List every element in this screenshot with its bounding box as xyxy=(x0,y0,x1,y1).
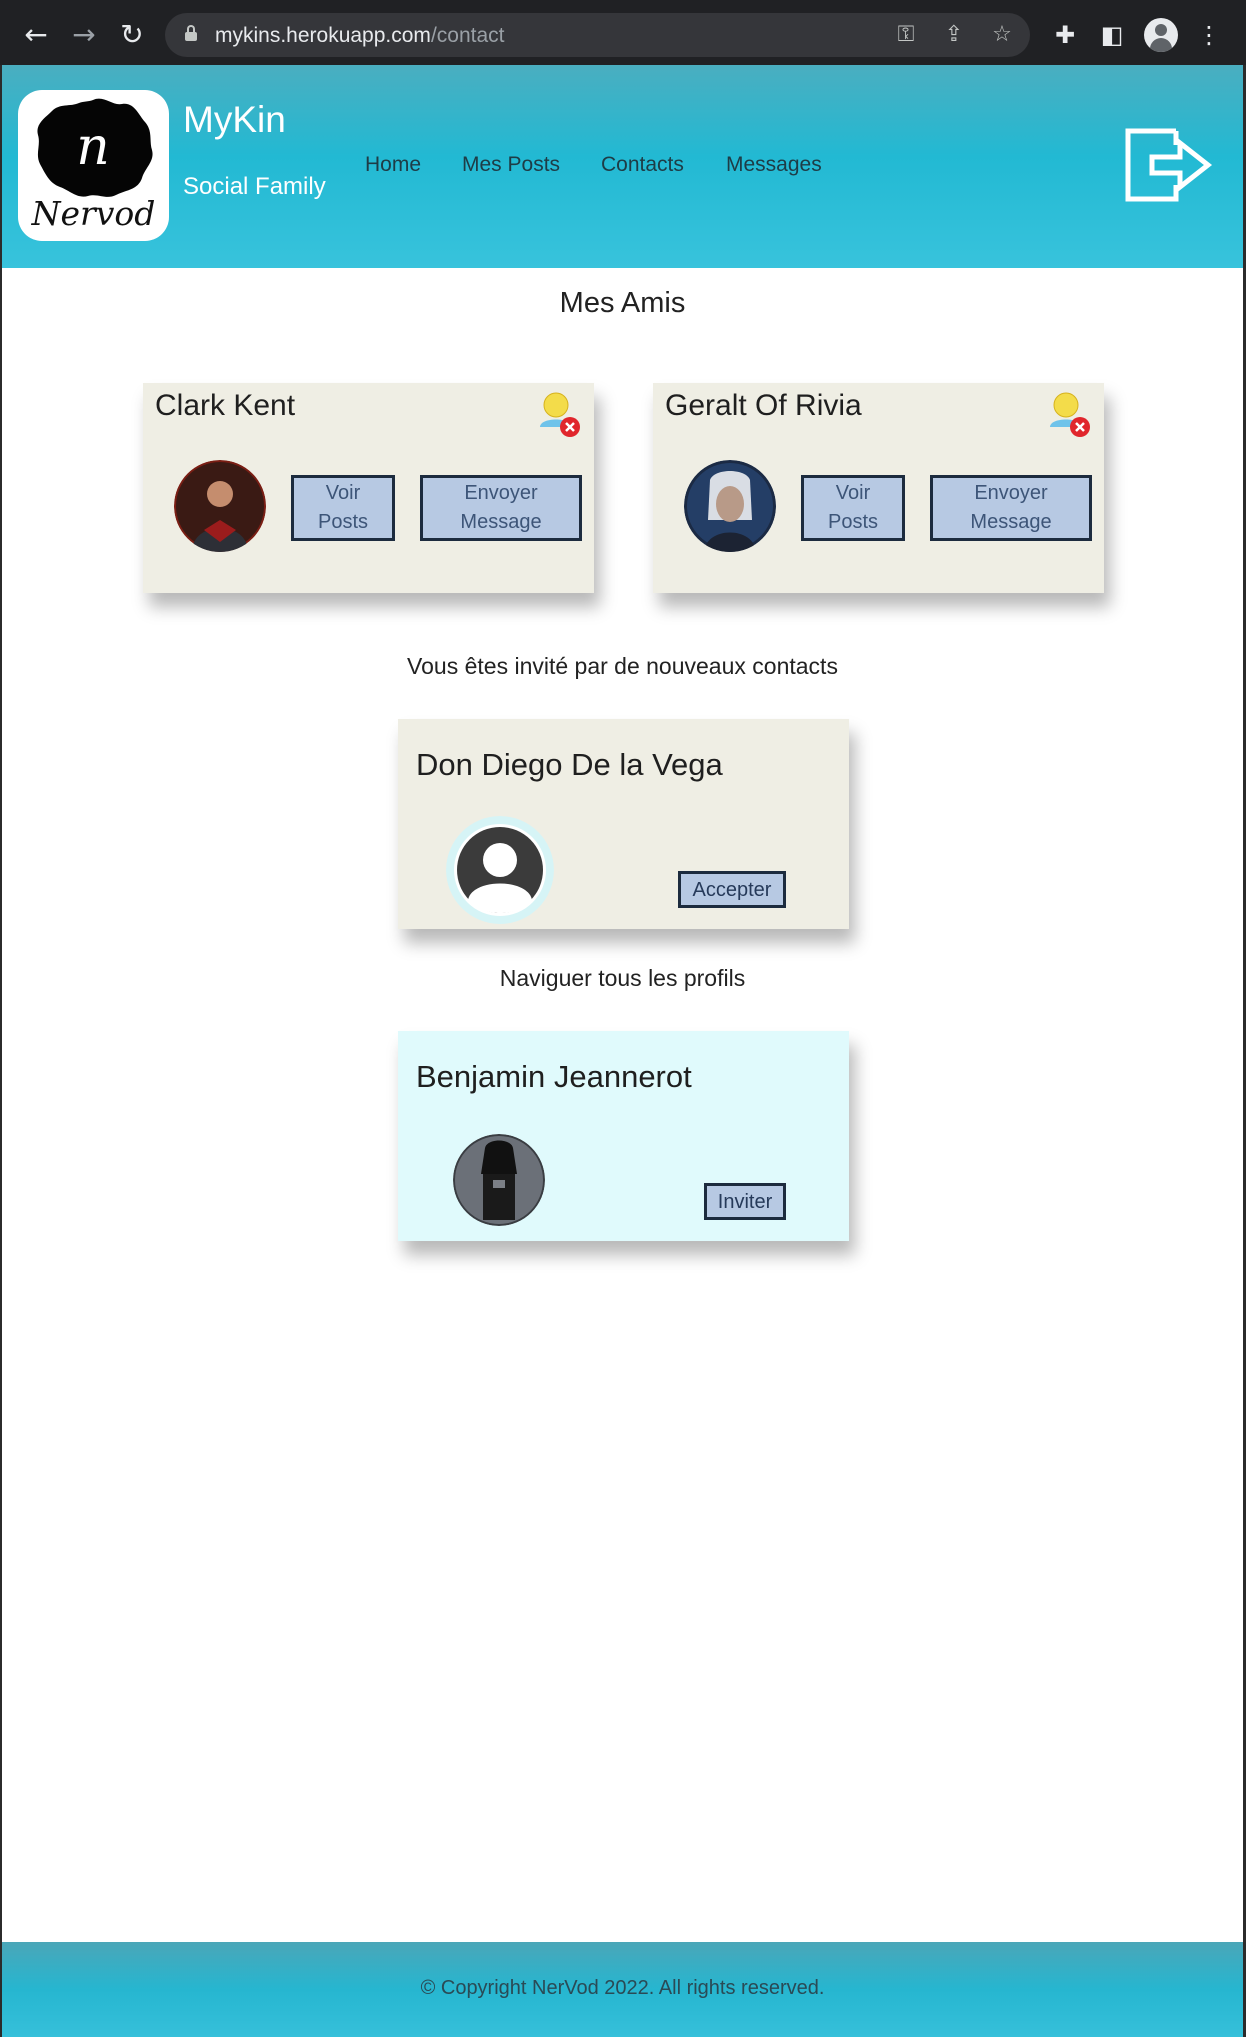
profile-avatar-icon[interactable] xyxy=(1144,18,1178,52)
site-header: n Nervod MyKin Social Family Home Mes Po… xyxy=(2,65,1243,268)
back-icon[interactable]: ← xyxy=(17,16,55,54)
logout-icon[interactable] xyxy=(1124,125,1214,205)
view-posts-button[interactable]: Voir Posts xyxy=(291,475,395,541)
view-posts-button[interactable]: Voir Posts xyxy=(801,475,905,541)
browser-toolbar: ← → ↻ mykins.herokuapp.com/contact ⚿ ⇪ ☆… xyxy=(0,0,1246,65)
profile-name: Benjamin Jeannerot xyxy=(416,1059,692,1094)
address-bar[interactable]: mykins.herokuapp.com/contact ⚿ ⇪ ☆ xyxy=(165,13,1030,57)
page: n Nervod MyKin Social Family Home Mes Po… xyxy=(2,65,1243,2037)
invitations-title: Vous êtes invité par de nouveaux contact… xyxy=(407,653,838,679)
logo-script: Nervod xyxy=(31,194,156,233)
url-text[interactable]: mykins.herokuapp.com/contact xyxy=(215,24,504,48)
site-title[interactable]: MyKin xyxy=(183,99,286,141)
remove-friend-icon[interactable] xyxy=(536,389,582,439)
url-host: mykins.herokuapp.com xyxy=(215,24,431,47)
friend-name: Clark Kent xyxy=(155,389,296,422)
nav-messages[interactable]: Messages xyxy=(726,153,822,177)
nav-contacts[interactable]: Contacts xyxy=(601,153,684,177)
site-footer: © Copyright NerVod 2022. All rights rese… xyxy=(2,1942,1243,2037)
send-message-button[interactable]: Envoyer Message xyxy=(930,475,1092,541)
invitation-name: Don Diego De la Vega xyxy=(416,747,723,782)
invitation-card: Don Diego De la Vega Accepter xyxy=(398,719,849,929)
view-posts-line1: Voir xyxy=(835,482,871,504)
menu-icon[interactable]: ⋮ xyxy=(1190,16,1228,54)
nav-home[interactable]: Home xyxy=(365,153,421,177)
reload-icon[interactable]: ↻ xyxy=(113,16,151,54)
logo-letter: n xyxy=(76,117,110,177)
friend-card: Geralt Of Rivia Voir Posts Envoyer Message xyxy=(653,383,1104,593)
send-message-line2: Message xyxy=(460,511,542,533)
star-icon[interactable]: ☆ xyxy=(989,22,1015,48)
accept-button[interactable]: Accepter xyxy=(678,871,786,908)
remove-friend-icon[interactable] xyxy=(1046,389,1092,439)
profile-avatar[interactable] xyxy=(453,1134,545,1226)
invite-button[interactable]: Inviter xyxy=(704,1183,786,1220)
view-posts-line2: Posts xyxy=(827,511,879,533)
send-message-line1: Envoyer xyxy=(464,482,538,504)
browse-title: Naviguer tous les profils xyxy=(499,965,746,991)
share-icon[interactable]: ⇪ xyxy=(941,22,967,48)
url-path: /contact xyxy=(430,24,505,47)
friend-avatar[interactable] xyxy=(684,460,776,552)
default-avatar-icon[interactable] xyxy=(446,816,554,924)
logo[interactable]: n Nervod xyxy=(18,90,169,241)
friend-name: Geralt Of Rivia xyxy=(665,389,862,422)
key-icon[interactable]: ⚿ xyxy=(893,22,919,48)
profile-card: Benjamin Jeannerot Inviter xyxy=(398,1031,849,1241)
friend-avatar[interactable] xyxy=(174,460,266,552)
send-message-button[interactable]: Envoyer Message xyxy=(420,475,582,541)
send-message-line1: Envoyer xyxy=(974,482,1048,504)
friends-title: Mes Amis xyxy=(559,287,686,319)
friend-card: Clark Kent Voir Posts Envoyer Message xyxy=(143,383,594,593)
lock-icon[interactable] xyxy=(185,25,197,41)
view-posts-line1: Voir xyxy=(325,482,361,504)
forward-icon[interactable]: → xyxy=(65,16,103,54)
copyright-text: © Copyright NerVod 2022. All rights rese… xyxy=(420,1977,825,1999)
logo-badge-icon: n xyxy=(37,98,153,197)
nav-mes-posts[interactable]: Mes Posts xyxy=(462,153,560,177)
site-subtitle: Social Family xyxy=(183,173,326,200)
send-message-line2: Message xyxy=(970,511,1052,533)
view-posts-line2: Posts xyxy=(317,511,369,533)
extensions-icon[interactable]: ✚ xyxy=(1046,16,1084,54)
side-panel-icon[interactable]: ◧ xyxy=(1093,16,1131,54)
